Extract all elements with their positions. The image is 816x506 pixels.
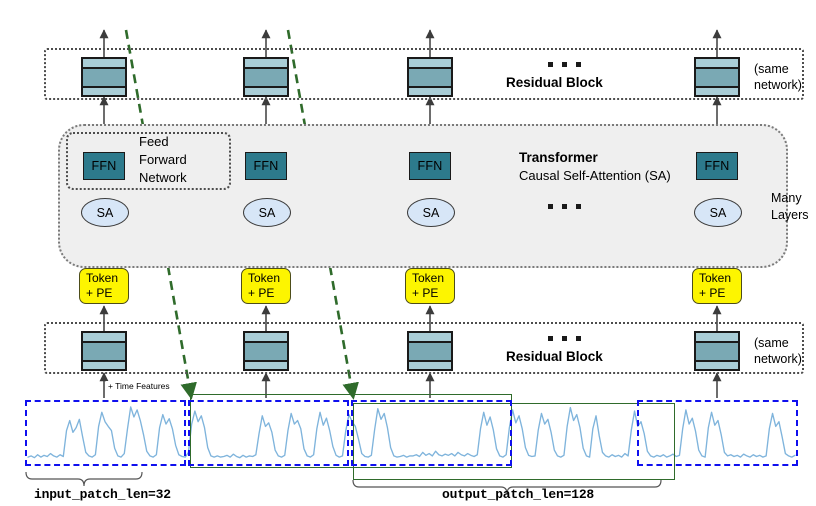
label-same-network-lower-line1: (same	[754, 336, 789, 350]
label-many-layers-line1: Many	[771, 191, 802, 205]
diagram-canvas: Residual Block (same network) FFN FFN FF…	[0, 0, 816, 506]
label-feed-forward-line1: Feed	[139, 134, 169, 149]
residual-block-upper-4	[694, 57, 740, 97]
label-residual-block-upper: Residual Block	[506, 75, 603, 90]
band-bottom	[83, 86, 125, 95]
self-attention-1: SA	[81, 198, 129, 227]
input-patch-box-4	[637, 400, 798, 466]
band-top	[409, 333, 451, 343]
input-patch-box-1	[25, 400, 186, 466]
band-bottom	[245, 360, 287, 369]
band-bottom	[83, 360, 125, 369]
ffn-label: FFN	[91, 159, 117, 173]
label-transformer-title: Transformer	[519, 150, 598, 165]
ffn-label: FFN	[253, 159, 279, 173]
token-pe-4: Token + PE	[692, 268, 742, 304]
label-many-layers-line2: Layers	[771, 208, 809, 222]
band-bottom	[696, 360, 738, 369]
residual-block-lower-3	[407, 331, 453, 371]
band-bottom	[409, 360, 451, 369]
sa-label: SA	[709, 205, 727, 220]
residual-block-upper-2	[243, 57, 289, 97]
label-feed-forward-line3: Network	[139, 170, 187, 185]
band-top	[696, 59, 738, 69]
token-label-line1: Token	[86, 271, 119, 285]
self-attention-2: SA	[243, 198, 291, 227]
ffn-label: FFN	[704, 159, 730, 173]
residual-block-upper-3	[407, 57, 453, 97]
token-label-line1: Token	[248, 271, 281, 285]
ellipsis-upper-residual	[548, 62, 581, 67]
ffn-block-2: FFN	[245, 152, 287, 180]
sa-label: SA	[422, 205, 440, 220]
residual-block-lower-4	[694, 331, 740, 371]
band-top	[696, 333, 738, 343]
ffn-label: FFN	[417, 159, 443, 173]
label-transformer-subtitle: Causal Self-Attention (SA)	[519, 168, 671, 183]
ffn-block-4: FFN	[696, 152, 738, 180]
brace-input-patch	[25, 471, 143, 487]
residual-block-upper-1	[81, 57, 127, 97]
residual-block-lower-1	[81, 331, 127, 371]
band-top	[245, 59, 287, 69]
label-same-network-upper-line2: network)	[754, 78, 802, 92]
ellipsis-transformer	[548, 204, 581, 209]
token-label-line1: Token	[412, 271, 445, 285]
token-pe-3: Token + PE	[405, 268, 455, 304]
label-residual-block-lower: Residual Block	[506, 349, 603, 364]
band-top	[245, 333, 287, 343]
band-bottom	[696, 86, 738, 95]
caption-input-patch-len: input_patch_len=32	[34, 487, 171, 502]
band-top	[83, 333, 125, 343]
token-label-line2: + PE	[699, 286, 726, 300]
input-patch-box-3	[351, 400, 512, 466]
band-top	[83, 59, 125, 69]
sa-label: SA	[96, 205, 114, 220]
residual-block-lower-2	[243, 331, 289, 371]
self-attention-4: SA	[694, 198, 742, 227]
input-patch-box-2	[188, 400, 349, 466]
token-pe-1: Token + PE	[79, 268, 129, 304]
label-same-network-lower-line2: network)	[754, 352, 802, 366]
token-label-line2: + PE	[412, 286, 439, 300]
ellipsis-lower-residual	[548, 336, 581, 341]
token-label-line1: Token	[699, 271, 732, 285]
band-top	[409, 59, 451, 69]
label-same-network-upper-line1: (same	[754, 62, 789, 76]
band-bottom	[245, 86, 287, 95]
band-bottom	[409, 86, 451, 95]
label-time-features: + Time Features	[106, 381, 172, 391]
caption-output-patch-len: output_patch_len=128	[442, 487, 595, 502]
self-attention-3: SA	[407, 198, 455, 227]
token-pe-2: Token + PE	[241, 268, 291, 304]
token-label-line2: + PE	[248, 286, 275, 300]
ffn-block-3: FFN	[409, 152, 451, 180]
sa-label: SA	[258, 205, 276, 220]
ffn-block-1: FFN	[83, 152, 125, 180]
token-label-line2: + PE	[86, 286, 113, 300]
label-feed-forward-line2: Forward	[139, 152, 187, 167]
